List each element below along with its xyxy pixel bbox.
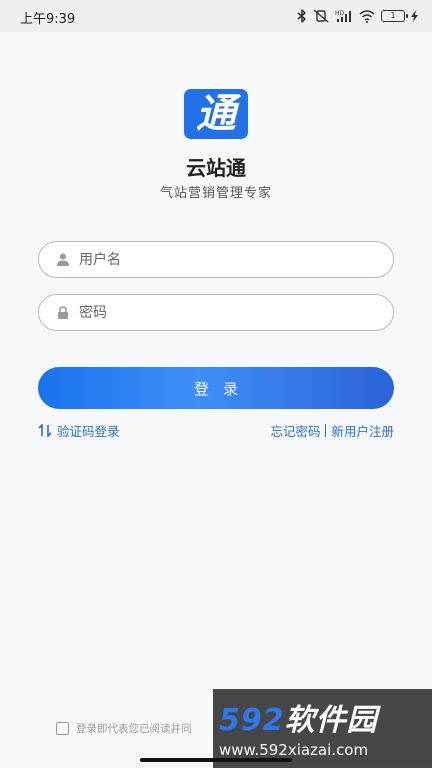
agreement-row: 登录即代表您已阅读并同 [56, 721, 192, 736]
app-slogan: 气站营销管理专家 [159, 186, 272, 201]
username-field[interactable] [38, 241, 394, 278]
wifi-icon [359, 9, 375, 23]
password-input[interactable] [79, 295, 379, 330]
status-icons: HD 1 [297, 7, 418, 25]
home-indicator[interactable] [140, 758, 292, 762]
sms-login-link[interactable]: 验证码登录 [38, 421, 120, 440]
swap-icon [38, 424, 52, 437]
lock-icon [58, 306, 68, 319]
app-logo-text: 通 [196, 91, 236, 137]
auth-links: 验证码登录 忘记密码 新用户注册 [38, 421, 394, 441]
watermark-text: 软件园 [284, 703, 378, 738]
mute-vibrate-icon [313, 9, 329, 23]
watermark-logo: 592软件园 [219, 695, 378, 739]
sms-login-label: 验证码登录 [57, 424, 120, 439]
battery-icon: 1 [381, 10, 408, 22]
login-button[interactable]: 登录 [38, 367, 394, 409]
agreement-text: 登录即代表您已阅读并同 [76, 723, 192, 735]
status-bar: 上午9:39 HD 1 [0, 0, 432, 32]
password-field[interactable] [38, 294, 394, 331]
user-icon [57, 253, 69, 266]
register-link[interactable]: 新用户注册 [331, 421, 394, 440]
link-divider [325, 424, 327, 437]
hd-signal-icon: HD [335, 10, 351, 22]
forgot-password-link[interactable]: 忘记密码 [270, 421, 320, 440]
watermark-url: www.592xiazai.com [219, 741, 369, 759]
bluetooth-icon [297, 9, 306, 23]
status-time: 上午9:39 [20, 12, 76, 27]
svg-text:HD: HD [335, 10, 345, 17]
charging-icon [411, 10, 418, 22]
username-input[interactable] [79, 242, 379, 277]
watermark: 592软件园 www.592xiazai.com [213, 689, 432, 768]
account-links: 忘记密码 新用户注册 [270, 421, 394, 440]
app-name: 云站通 [186, 156, 246, 180]
watermark-digits: 592 [219, 703, 285, 738]
app-logo: 通 [184, 89, 248, 139]
agreement-checkbox[interactable] [56, 722, 69, 735]
